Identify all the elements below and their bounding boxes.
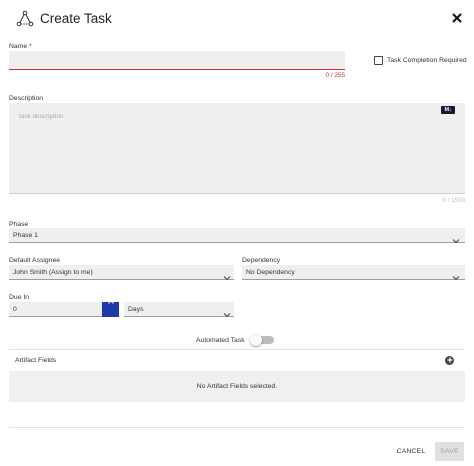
description-label: Description	[9, 95, 43, 102]
chevron-up-icon[interactable]	[107, 291, 114, 309]
name-label: Name *	[9, 43, 32, 50]
due-in-label: Due In	[9, 294, 30, 301]
plus-circle-icon	[447, 357, 453, 365]
workflow-tree-icon	[16, 10, 34, 28]
chevron-down-icon	[452, 232, 460, 244]
due-in-stepper[interactable]	[102, 300, 119, 323]
artifact-fields-label: Artifact Fields	[15, 357, 57, 364]
dependency-selected-value: No Dependency	[246, 269, 295, 276]
add-artifact-field-button[interactable]	[445, 356, 454, 365]
chevron-down-icon	[452, 269, 460, 281]
name-char-counter: 0 / 255	[325, 72, 345, 79]
close-button[interactable]	[449, 11, 465, 27]
name-input[interactable]	[9, 51, 345, 70]
close-icon	[452, 10, 462, 28]
cancel-button[interactable]: CANCEL	[390, 442, 432, 461]
markdown-icon[interactable]: M↓	[441, 106, 455, 114]
due-in-unit-select[interactable]: Days	[124, 302, 234, 318]
save-button[interactable]: SAVE	[435, 442, 464, 461]
due-in-input[interactable]: 0	[9, 302, 102, 317]
assignee-label: Default Assignee	[9, 257, 61, 264]
due-in-unit-value: Days	[128, 306, 144, 313]
footer-divider	[9, 427, 465, 428]
dependency-select[interactable]: No Dependency	[242, 265, 465, 281]
automated-task-toggle[interactable]	[250, 334, 274, 346]
toggle-knob	[250, 334, 262, 346]
divider	[9, 349, 465, 350]
task-completion-required-checkbox[interactable]	[374, 56, 383, 65]
description-placeholder: task description	[19, 113, 64, 120]
phase-selected-value: Phase 1	[13, 232, 38, 239]
assignee-selected-value: John Smith (Assign to me)	[13, 269, 93, 276]
task-completion-required-label: Task Completion Required	[387, 57, 467, 64]
chevron-down-icon[interactable]	[107, 310, 114, 328]
automated-task-label: Automated Task	[196, 337, 245, 344]
dialog-title: Create Task	[40, 11, 112, 26]
due-in-value: 0	[13, 306, 17, 313]
dependency-label: Dependency	[242, 257, 281, 264]
assignee-select[interactable]: John Smith (Assign to me)	[9, 265, 234, 281]
chevron-down-icon	[223, 269, 231, 281]
phase-select[interactable]: Phase 1	[9, 228, 465, 244]
description-char-counter: 0 / 1500	[442, 197, 465, 204]
artifact-fields-empty-message: No Artifact Fields selected.	[196, 383, 278, 390]
chevron-down-icon	[223, 306, 231, 318]
description-textarea[interactable]	[9, 103, 465, 194]
